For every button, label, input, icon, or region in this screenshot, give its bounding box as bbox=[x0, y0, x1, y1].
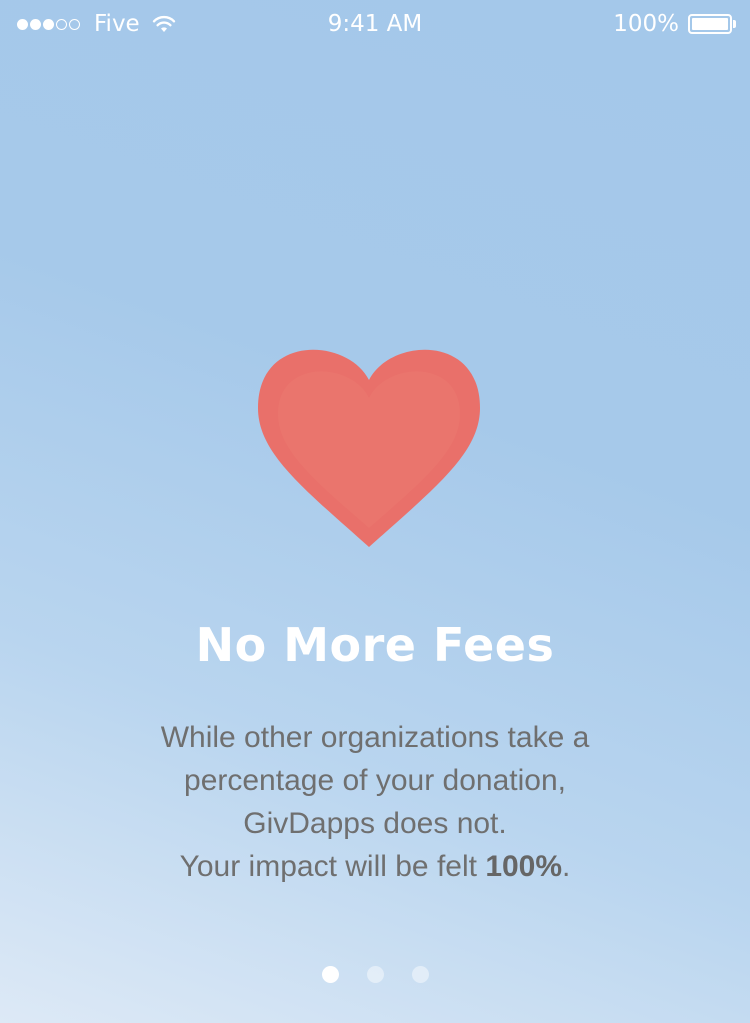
description-line-1: While other organizations take a bbox=[160, 721, 590, 754]
page-dot-2[interactable] bbox=[366, 966, 384, 983]
page-dot-3[interactable] bbox=[411, 966, 429, 983]
heart-icon bbox=[258, 338, 480, 548]
description-highlight: 100% bbox=[485, 850, 563, 883]
status-bar: Five 9:41 AM 100% bbox=[0, 0, 750, 50]
page-indicator[interactable] bbox=[0, 966, 750, 983]
page-dot-1[interactable] bbox=[321, 966, 339, 983]
description-line-4-suffix: . bbox=[562, 850, 571, 883]
battery-icon bbox=[688, 14, 732, 34]
description-text: While other organizations take a percent… bbox=[110, 716, 640, 888]
description-line-3: GivDapps does not. bbox=[243, 807, 507, 840]
description-line-4: Your impact will be felt 100%. bbox=[110, 845, 640, 888]
status-right: 100% bbox=[613, 11, 736, 37]
page-title: No More Fees bbox=[195, 618, 555, 672]
description-line-4-prefix: Your impact will be felt bbox=[179, 850, 486, 883]
battery-cap bbox=[733, 20, 736, 28]
battery-percentage: 100% bbox=[613, 11, 679, 37]
description-line-2: percentage of your donation, bbox=[184, 764, 566, 797]
onboarding-screen: Five 9:41 AM 100% No More Fees While oth… bbox=[0, 0, 750, 1023]
battery-fill bbox=[692, 18, 728, 30]
